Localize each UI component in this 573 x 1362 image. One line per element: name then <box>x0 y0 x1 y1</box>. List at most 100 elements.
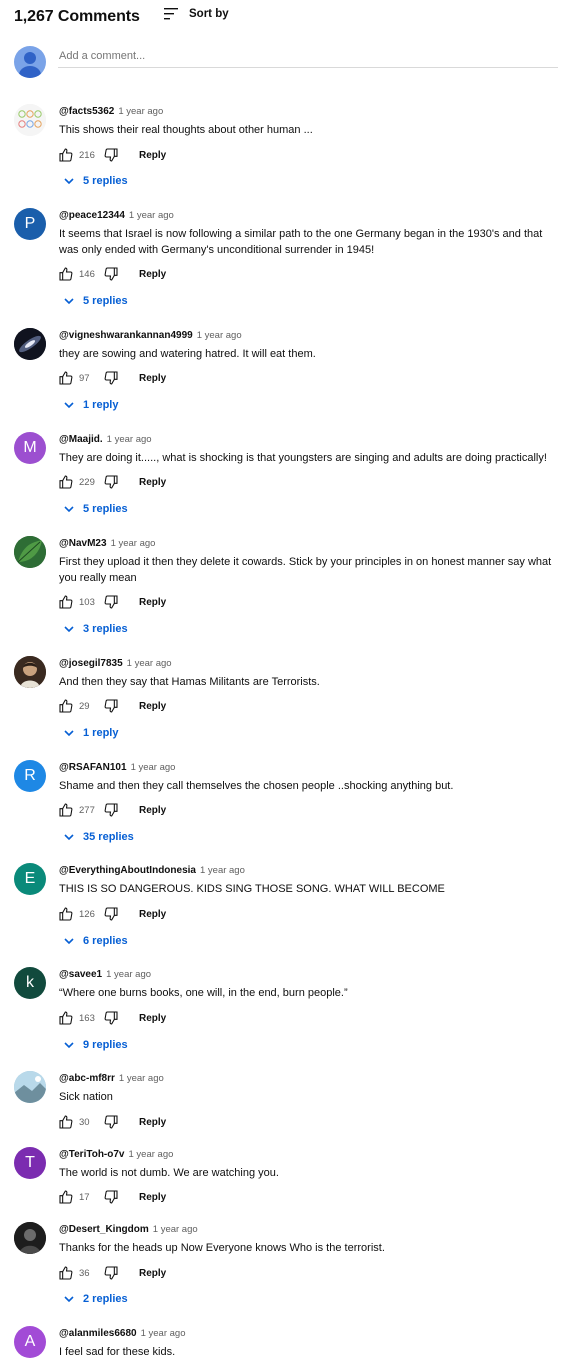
comment-time[interactable]: 1 year ago <box>118 106 163 117</box>
comment-author[interactable]: @peace12344 <box>59 210 125 221</box>
like-icon[interactable] <box>58 1265 74 1281</box>
dislike-icon[interactable] <box>103 1114 119 1130</box>
like-icon[interactable] <box>58 147 74 163</box>
comment-actions: 17 Reply <box>58 1188 166 1206</box>
comment-time[interactable]: 1 year ago <box>127 658 172 669</box>
dislike-icon[interactable] <box>103 802 119 818</box>
dislike-icon[interactable] <box>103 1189 119 1205</box>
comment-author[interactable]: @facts5362 <box>59 106 114 117</box>
like-count: 277 <box>79 804 95 816</box>
dislike-icon[interactable] <box>103 594 119 610</box>
reply-button[interactable]: Reply <box>139 909 166 920</box>
add-comment-input[interactable] <box>58 48 558 68</box>
comment-meta: @josegil7835 1 year ago <box>59 658 172 669</box>
view-replies-button[interactable]: 6 replies <box>63 935 128 947</box>
reply-button[interactable]: Reply <box>139 597 166 608</box>
chevron-down-icon <box>64 1042 74 1049</box>
commenter-avatar[interactable] <box>14 1071 46 1103</box>
comment-author[interactable]: @josegil7835 <box>59 658 123 669</box>
comment-author[interactable]: @Maajid. <box>59 434 103 445</box>
like-icon[interactable] <box>58 266 74 282</box>
sort-icon <box>164 8 178 20</box>
commenter-avatar[interactable] <box>14 536 46 568</box>
commenter-avatar[interactable]: M <box>14 432 46 464</box>
comment-time[interactable]: 1 year ago <box>197 330 242 341</box>
commenter-avatar[interactable]: k <box>14 967 46 999</box>
comment-time[interactable]: 1 year ago <box>129 1149 174 1160</box>
comment-author[interactable]: @abc-mf8rr <box>59 1073 115 1084</box>
view-replies-button[interactable]: 1 reply <box>63 727 118 739</box>
comment-time[interactable]: 1 year ago <box>131 762 176 773</box>
reply-button[interactable]: Reply <box>139 1117 166 1128</box>
commenter-avatar[interactable] <box>14 656 46 688</box>
comment-time[interactable]: 1 year ago <box>153 1224 198 1235</box>
comment-time[interactable]: 1 year ago <box>111 538 156 549</box>
commenter-avatar[interactable]: P <box>14 208 46 240</box>
like-icon[interactable] <box>58 698 74 714</box>
dislike-icon[interactable] <box>103 698 119 714</box>
reply-button[interactable]: Reply <box>139 477 166 488</box>
commenter-avatar[interactable]: A <box>14 1326 46 1358</box>
comment-text: Sick nation <box>59 1091 113 1103</box>
comment-text: First they upload it then they delete it… <box>59 556 552 584</box>
comment-text: They are doing it....., what is shocking… <box>59 452 547 464</box>
commenter-avatar[interactable] <box>14 104 46 136</box>
comment-meta: @Maajid. 1 year ago <box>59 434 152 445</box>
comment-meta: @EverythingAboutIndonesia 1 year ago <box>59 865 245 876</box>
comments-header: 1,267 Comments <box>14 6 140 28</box>
like-icon[interactable] <box>58 474 74 490</box>
like-icon[interactable] <box>58 1010 74 1026</box>
dislike-icon[interactable] <box>103 1010 119 1026</box>
comment-author[interactable]: @NavM23 <box>59 538 107 549</box>
commenter-avatar[interactable]: T <box>14 1147 46 1179</box>
comment-author[interactable]: @savee1 <box>59 969 102 980</box>
view-replies-button[interactable]: 9 replies <box>63 1039 128 1051</box>
view-replies-button[interactable]: 35 replies <box>63 831 134 843</box>
comment-time[interactable]: 1 year ago <box>129 210 174 221</box>
commenter-avatar[interactable]: R <box>14 760 46 792</box>
like-icon[interactable] <box>58 594 74 610</box>
comment-time[interactable]: 1 year ago <box>141 1328 186 1339</box>
like-icon[interactable] <box>58 1189 74 1205</box>
dislike-icon[interactable] <box>103 266 119 282</box>
reply-button[interactable]: Reply <box>139 1192 166 1203</box>
like-icon[interactable] <box>58 906 74 922</box>
comment-meta: @peace12344 1 year ago <box>59 210 174 221</box>
comment-time[interactable]: 1 year ago <box>106 969 151 980</box>
view-replies-button[interactable]: 2 replies <box>63 1293 128 1305</box>
view-replies-button[interactable]: 1 reply <box>63 399 118 411</box>
dislike-icon[interactable] <box>103 474 119 490</box>
reply-button[interactable]: Reply <box>139 373 166 384</box>
comment-time[interactable]: 1 year ago <box>200 865 245 876</box>
view-replies-button[interactable]: 5 replies <box>63 503 128 515</box>
like-icon[interactable] <box>58 802 74 818</box>
view-replies-button[interactable]: 5 replies <box>63 295 128 307</box>
comment-author[interactable]: @EverythingAboutIndonesia <box>59 865 196 876</box>
dislike-icon[interactable] <box>103 370 119 386</box>
dislike-icon[interactable] <box>103 1265 119 1281</box>
comment-author[interactable]: @RSAFAN101 <box>59 762 127 773</box>
reply-button[interactable]: Reply <box>139 805 166 816</box>
comment-author[interactable]: @Desert_Kingdom <box>59 1224 149 1235</box>
comment-time[interactable]: 1 year ago <box>119 1073 164 1084</box>
commenter-avatar[interactable] <box>14 328 46 360</box>
view-replies-button[interactable]: 5 replies <box>63 175 128 187</box>
comment-author[interactable]: @TeriToh-o7v <box>59 1149 125 1160</box>
view-replies-button[interactable]: 3 replies <box>63 623 128 635</box>
reply-button[interactable]: Reply <box>139 701 166 712</box>
comment-author[interactable]: @alanmiles6680 <box>59 1328 137 1339</box>
sort-button[interactable]: Sort by <box>163 7 229 21</box>
like-icon[interactable] <box>58 1114 74 1130</box>
like-icon[interactable] <box>58 370 74 386</box>
dislike-icon[interactable] <box>103 906 119 922</box>
comment-author[interactable]: @vigneshwarankannan4999 <box>59 330 193 341</box>
reply-button[interactable]: Reply <box>139 1268 166 1279</box>
reply-button[interactable]: Reply <box>139 269 166 280</box>
reply-button[interactable]: Reply <box>139 150 166 161</box>
comment-time[interactable]: 1 year ago <box>107 434 152 445</box>
like-count: 103 <box>79 596 95 608</box>
reply-button[interactable]: Reply <box>139 1013 166 1024</box>
commenter-avatar[interactable]: E <box>14 863 46 895</box>
dislike-icon[interactable] <box>103 147 119 163</box>
commenter-avatar[interactable] <box>14 1222 46 1254</box>
